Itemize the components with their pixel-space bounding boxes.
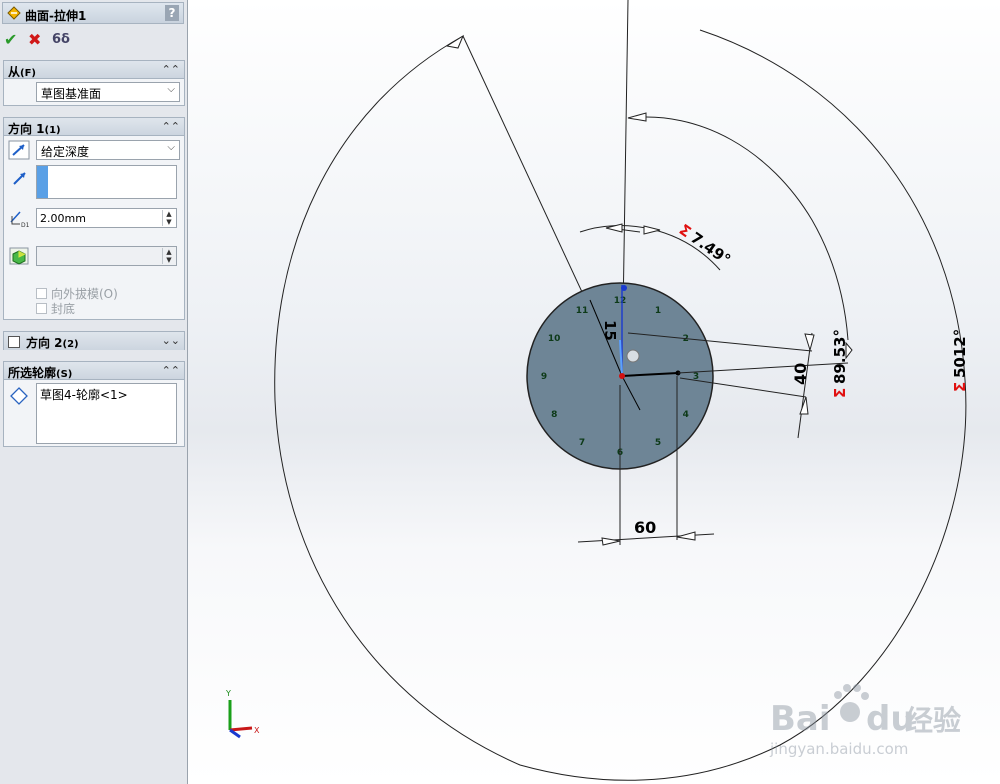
clock-number: 5 <box>655 438 661 448</box>
sigma-icon: Σ <box>831 388 849 398</box>
cap-end-checkbox[interactable]: 封底 <box>36 300 75 317</box>
end-condition-select[interactable]: 给定深度 ⌵ <box>36 140 180 160</box>
property-manager-panel: 曲面-拉伸1 ? ✔ ✖ 6δ 从(F) ⌃⌃ 草图基准面 ⌵ 方向 1(1) … <box>0 0 188 784</box>
pivot-knob <box>626 349 640 363</box>
collapse-icon[interactable]: ⌃⌃ <box>162 61 180 78</box>
sigma-icon: Σ <box>951 382 969 392</box>
draft-toggle-icon[interactable] <box>8 246 30 266</box>
clock-number: 1 <box>655 306 661 316</box>
dim-angle-5012[interactable]: 5012° <box>951 329 969 378</box>
collapse-icon[interactable]: ⌃⌃ <box>162 118 180 135</box>
clock-number: 7 <box>579 438 585 448</box>
triad-y-label: Y <box>225 689 231 698</box>
graphics-viewport[interactable]: 123456789101112 Σ 7.49° 15 40 Σ 89.53° Σ… <box>188 0 1000 784</box>
surface-extrude-icon <box>7 6 21 20</box>
direction1-shortcut: (1) <box>44 125 61 136</box>
direction2-shortcut: (2) <box>62 339 79 350</box>
contours-listbox[interactable]: 草图4-轮廓<1> <box>36 383 177 444</box>
dim-40[interactable]: 40 <box>791 363 810 385</box>
spin-arrows[interactable]: ▲ ▼ <box>162 248 175 264</box>
selection-highlight <box>37 166 48 198</box>
clock-number: 8 <box>551 410 557 420</box>
direction2-group: 方向 2(2) ⌄⌄ <box>3 331 185 350</box>
arrow-40b <box>799 396 809 415</box>
contours-group-header[interactable]: 所选轮廓(S) ⌃⌃ <box>4 362 184 380</box>
end-condition-value: 给定深度 <box>41 145 90 159</box>
cap-end-label: 封底 <box>51 302 76 316</box>
arrow-2 <box>627 112 647 122</box>
from-group: 从(F) ⌃⌃ 草图基准面 ⌵ <box>3 60 185 106</box>
checkbox-box[interactable] <box>36 303 47 314</box>
from-group-title: 从 <box>8 65 21 79</box>
contours-shortcut: (S) <box>56 369 73 380</box>
cancel-button[interactable]: ✖ <box>28 30 41 50</box>
direction-vector-icon <box>13 172 26 185</box>
clock-number: 12 <box>614 296 627 306</box>
arrow-60a <box>601 537 621 546</box>
svg-text:D1: D1 <box>21 222 30 228</box>
depth-dimension-icon: D1 <box>10 211 30 228</box>
baidu-watermark: Bai du 经验 jingyan.baidu.com <box>769 684 961 758</box>
clock-number: 10 <box>548 334 561 344</box>
from-group-header[interactable]: 从(F) ⌃⌃ <box>4 61 184 79</box>
triad-x-label: X <box>254 726 260 735</box>
detailed-preview-button[interactable]: 6δ <box>52 30 70 50</box>
selected-contours-group: 所选轮廓(S) ⌃⌃ 草图4-轮廓<1> <box>3 361 185 447</box>
clock-number: 11 <box>576 306 589 316</box>
direction2-checkbox[interactable] <box>8 336 20 348</box>
clock-number: 9 <box>541 372 547 382</box>
center-point <box>619 373 625 379</box>
ok-button[interactable]: ✔ <box>4 30 17 50</box>
dim-angle-small[interactable]: 7.49° <box>687 229 734 269</box>
contour-icon <box>10 387 28 405</box>
checkbox-box[interactable] <box>36 288 47 299</box>
watermark-jingyan: 经验 <box>905 704 961 737</box>
draft-outward-label: 向外拔模(O) <box>51 287 118 301</box>
spin-arrows[interactable]: ▲ ▼ <box>162 210 175 226</box>
expand-icon[interactable]: ⌄⌄ <box>162 332 180 349</box>
direction2-title: 方向 2 <box>26 336 63 350</box>
direction-selection-box[interactable] <box>36 165 177 199</box>
direction1-title: 方向 1 <box>8 122 45 136</box>
direction1-group: 方向 1(1) ⌃⌃ 给定深度 ⌵ D1 2.00mm ▲ ▼ ▲ ▼ 向外拔模… <box>3 117 185 320</box>
direction1-group-header[interactable]: 方向 1(1) ⌃⌃ <box>4 118 184 136</box>
dim-60[interactable]: 60 <box>634 518 656 537</box>
view-triad: Y X <box>225 689 260 739</box>
chevron-down-icon: ⌵ <box>167 142 175 153</box>
contours-title: 所选轮廓 <box>8 366 57 380</box>
from-select[interactable]: 草图基准面 ⌵ <box>36 82 180 102</box>
top-point <box>621 285 627 291</box>
arrow-60b <box>676 531 696 541</box>
feature-titlebar: 曲面-拉伸1 ? <box>2 2 184 24</box>
watermark-brand: Bai <box>770 699 831 739</box>
draft-angle-input[interactable]: ▲ ▼ <box>36 246 177 266</box>
sketch-canvas[interactable]: 123456789101112 Σ 7.49° 15 40 Σ 89.53° Σ… <box>188 0 1000 784</box>
from-select-value: 草图基准面 <box>41 87 102 101</box>
clock-number: 4 <box>683 410 689 420</box>
arrow-4 <box>643 225 661 235</box>
feature-title: 曲面-拉伸1 <box>25 9 87 23</box>
contour-list-item[interactable]: 草图4-轮廓<1> <box>40 386 128 403</box>
direction2-group-header[interactable]: 方向 2(2) ⌄⌄ <box>4 332 184 350</box>
dim-15[interactable]: 15 <box>601 320 619 341</box>
chevron-down-icon: ⌵ <box>167 84 175 95</box>
depth-value: 2.00mm <box>40 212 86 225</box>
arrow-1 <box>445 34 465 49</box>
dim-angle-89[interactable]: 89.53° <box>831 329 849 384</box>
depth-input[interactable]: 2.00mm ▲ ▼ <box>36 208 177 228</box>
from-group-shortcut: (F) <box>20 68 36 79</box>
watermark-url: jingyan.baidu.com <box>769 740 908 758</box>
reverse-direction-icon[interactable] <box>8 140 30 160</box>
collapse-icon[interactable]: ⌃⌃ <box>162 362 180 379</box>
arrow-40a <box>804 333 815 352</box>
help-button[interactable]: ? <box>165 5 179 21</box>
